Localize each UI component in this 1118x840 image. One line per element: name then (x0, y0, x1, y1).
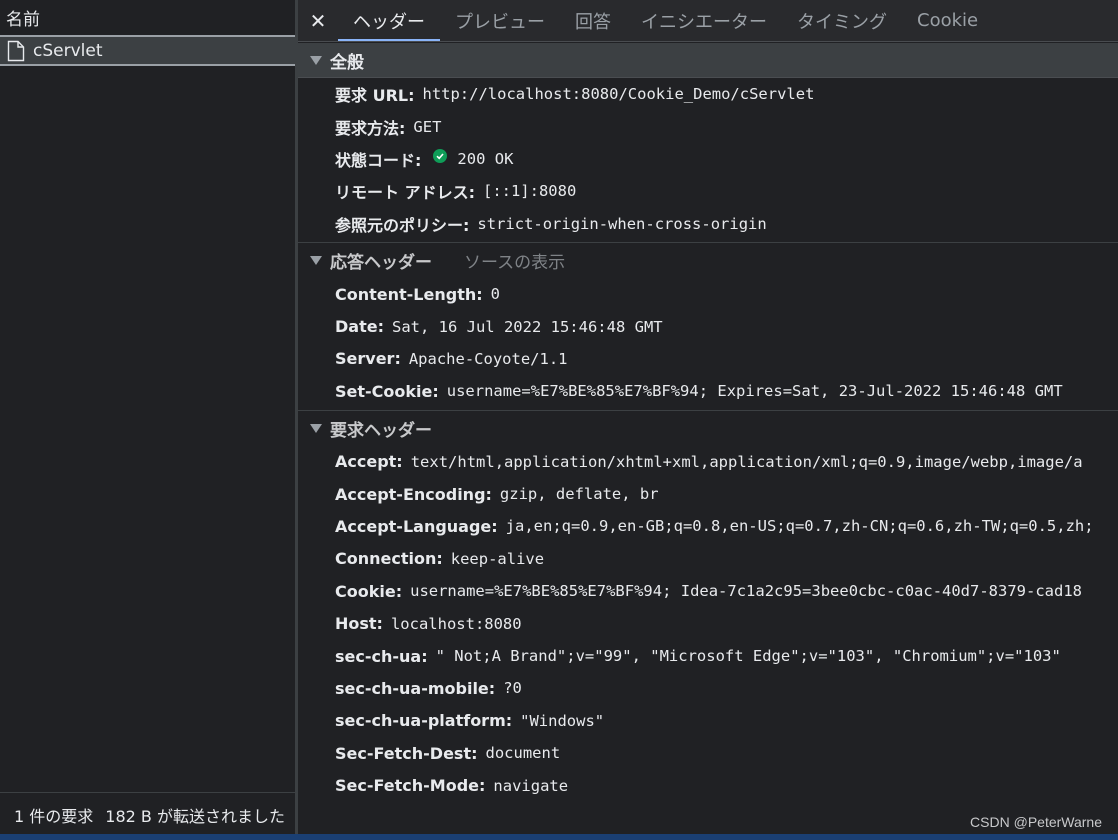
check-circle-icon (433, 148, 448, 163)
tab-initiator[interactable]: イニシエーター (626, 0, 782, 41)
header-value: keep-alive (450, 549, 545, 568)
header-value: GET (413, 117, 442, 136)
header-key: Sec-Fetch-Mode: (335, 776, 486, 796)
header-row: Accept-Language: ja,en;q=0.9,en-GB;q=0.8… (298, 510, 1118, 542)
header-value: username=%E7%BE%85%E7%BF%94; Expires=Sat… (446, 382, 1063, 401)
response-headers-title: 応答ヘッダー (330, 252, 432, 273)
summary-bar: 1 件の要求 182 B が転送されました (0, 792, 296, 832)
header-row: 状態コード: 200 OK (298, 143, 1118, 175)
header-value: [::1]:8080 (482, 182, 577, 201)
header-key: Accept-Encoding: (335, 484, 492, 504)
header-value: text/html,application/xhtml+xml,applicat… (410, 452, 1083, 471)
tab-preview[interactable]: プレビュー (440, 0, 560, 41)
header-key: Accept-Language: (335, 516, 498, 536)
tab-headers[interactable]: ヘッダー (338, 0, 440, 41)
header-row: Accept-Encoding: gzip, deflate, br (298, 478, 1118, 510)
triangle-down-icon (310, 423, 322, 433)
header-row: sec-ch-ua-platform: "Windows" (298, 705, 1118, 737)
triangle-down-icon (310, 255, 322, 265)
devtools-network-panel: 名前 cServlet 1 件の要求 182 B が転送されました ✕ ヘッダー … (0, 0, 1118, 840)
header-value: Sat, 16 Jul 2022 15:46:48 GMT (391, 317, 663, 336)
headers-content: 全般 要求 URL: http://localhost:8080/Cookie_… (298, 43, 1118, 804)
header-row: Accept: text/html,application/xhtml+xml,… (298, 446, 1118, 478)
general-section-toggle[interactable]: 全般 (298, 43, 1118, 78)
header-row: Sec-Fetch-Dest: document (298, 737, 1118, 769)
general-title: 全般 (330, 52, 364, 73)
header-value: http://localhost:8080/Cookie_Demo/cServl… (422, 85, 815, 104)
header-key: Server: (335, 349, 401, 369)
header-key: Date: (335, 317, 384, 337)
header-value: strict-origin-when-cross-origin (477, 214, 767, 233)
header-key: 参照元のポリシー: (335, 215, 470, 235)
header-value: "Windows" (520, 711, 605, 730)
triangle-down-icon (310, 55, 322, 65)
header-value: 0 (490, 285, 500, 304)
request-count: 1 件の要求 (14, 807, 94, 826)
header-row: Cookie: username=%E7%BE%85%E7%BF%94; Ide… (298, 575, 1118, 607)
header-row: リモート アドレス: [::1]:8080 (298, 175, 1118, 207)
taskbar-strip (0, 834, 1118, 840)
request-details-pane: ✕ ヘッダー プレビュー 回答 イニシエーター タイミング Cookie 全般 … (298, 0, 1118, 834)
header-row: 要求方法: GET (298, 110, 1118, 142)
watermark: CSDN @PeterWarne (970, 814, 1102, 830)
header-key: Host: (335, 614, 383, 634)
tab-cookies[interactable]: Cookie (902, 0, 993, 41)
response-header-rows: Content-Length: 0 Date: Sat, 16 Jul 2022… (298, 278, 1118, 410)
header-value: " Not;A Brand";v="99", "Microsoft Edge";… (435, 647, 1061, 666)
header-row: Content-Length: 0 (298, 278, 1118, 310)
header-row: Host: localhost:8080 (298, 607, 1118, 639)
view-source-link[interactable]: ソースの表示 (464, 248, 565, 273)
header-key: sec-ch-ua-platform: (335, 711, 513, 731)
header-value: navigate (493, 776, 569, 795)
header-key: 要求 URL: (335, 86, 415, 106)
general-rows: 要求 URL: http://localhost:8080/Cookie_Dem… (298, 78, 1118, 242)
header-value: localhost:8080 (390, 614, 522, 633)
details-tabbar: ✕ ヘッダー プレビュー 回答 イニシエーター タイミング Cookie (298, 0, 1118, 42)
header-row: Sec-Fetch-Mode: navigate (298, 769, 1118, 801)
header-row: 参照元のポリシー: strict-origin-when-cross-origi… (298, 208, 1118, 240)
header-row: sec-ch-ua: " Not;A Brand";v="99", "Micro… (298, 640, 1118, 672)
header-key: Sec-Fetch-Dest: (335, 743, 478, 763)
header-key: Cookie: (335, 581, 403, 601)
header-key: Connection: (335, 549, 443, 569)
close-icon[interactable]: ✕ (298, 0, 338, 41)
request-header-rows: Accept: text/html,application/xhtml+xml,… (298, 446, 1118, 804)
header-value: Apache-Coyote/1.1 (408, 349, 568, 368)
header-key: Accept: (335, 452, 403, 472)
header-row: Server: Apache-Coyote/1.1 (298, 343, 1118, 375)
tab-timing[interactable]: タイミング (782, 0, 902, 41)
header-row: Connection: keep-alive (298, 543, 1118, 575)
request-headers-title: 要求ヘッダー (330, 420, 432, 441)
request-name: cServlet (33, 40, 103, 61)
header-row: sec-ch-ua-mobile: ?0 (298, 672, 1118, 704)
header-value: 200 OK (457, 149, 514, 168)
transferred-size: 182 B が転送されました (105, 807, 285, 826)
header-row: 要求 URL: http://localhost:8080/Cookie_Dem… (298, 78, 1118, 110)
header-key: sec-ch-ua: (335, 646, 428, 666)
request-list-pane: 名前 cServlet 1 件の要求 182 B が転送されました (0, 0, 296, 840)
header-value: ja,en;q=0.9,en-GB;q=0.8,en-US;q=0.7,zh-C… (505, 517, 1094, 536)
header-key: 状態コード: (335, 150, 422, 170)
tab-response[interactable]: 回答 (560, 0, 626, 41)
header-value: ?0 (503, 679, 522, 698)
response-headers-section-toggle[interactable]: 応答ヘッダー ソースの表示 (298, 243, 1118, 278)
header-key: Content-Length: (335, 284, 483, 304)
header-key: 要求方法: (335, 118, 406, 138)
header-key: Set-Cookie: (335, 381, 439, 401)
header-key: リモート アドレス: (335, 183, 475, 203)
header-value: username=%E7%BE%85%E7%BF%94; Idea-7c1a2c… (410, 582, 1082, 601)
header-row: Date: Sat, 16 Jul 2022 15:46:48 GMT (298, 310, 1118, 342)
header-value: document (485, 744, 561, 763)
header-key: sec-ch-ua-mobile: (335, 678, 496, 698)
request-row-cservlet[interactable]: cServlet (0, 35, 296, 66)
document-icon (7, 40, 27, 62)
header-value: gzip, deflate, br (499, 485, 659, 504)
header-row: Set-Cookie: username=%E7%BE%85%E7%BF%94;… (298, 375, 1118, 407)
request-headers-section-toggle[interactable]: 要求ヘッダー (298, 411, 1118, 446)
name-column-header[interactable]: 名前 (0, 0, 296, 32)
